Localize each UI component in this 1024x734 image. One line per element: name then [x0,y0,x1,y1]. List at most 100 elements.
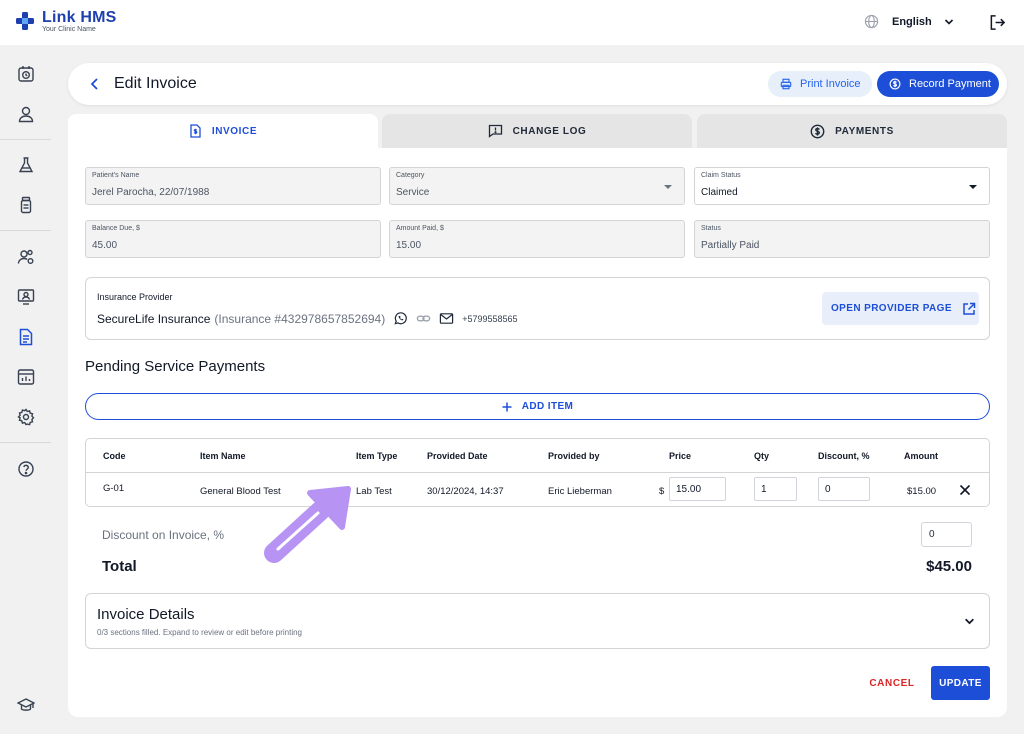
insurance-provider-info: SecureLife Insurance (Insurance #4329786… [97,311,518,326]
tab-invoice[interactable]: INVOICE [68,114,378,148]
column-item-type: Item Type [356,451,398,461]
claim-status-value: Claimed [701,187,738,198]
print-invoice-button[interactable]: Print Invoice [768,71,872,97]
help-circle-icon [18,461,34,477]
page-header: Edit Invoice Print Invoice Record Paymen… [68,63,1007,105]
column-price: Price [669,451,692,461]
close-icon[interactable] [959,484,971,496]
invoice-icon [19,328,33,346]
caret-down-icon [969,185,977,189]
balance-due-label: Balance Due, $ [92,225,140,232]
sidebar-item-staff[interactable] [16,247,36,267]
price-input[interactable]: 15.00 [669,477,726,501]
sidebar-item-pharmacy[interactable] [16,195,36,215]
whatsapp-icon[interactable] [393,311,408,326]
discount-input[interactable]: 0 [818,477,870,501]
insurance-name: SecureLife Insurance [97,311,211,326]
sidebar-item-appointments[interactable] [16,64,36,84]
main-area: Edit Invoice Print Invoice Record Paymen… [68,63,1007,717]
column-provided-by: Provided by [548,451,600,461]
invoice-discount-input[interactable]: 0 [921,522,972,547]
column-item-name: Item Name [200,451,246,461]
amount-paid-field[interactable]: Amount Paid, $ 15.00 [389,220,685,258]
graduation-cap-icon [17,698,35,711]
sidebar-divider [0,442,51,443]
patient-name-label: Patient's Name [92,172,140,179]
invoice-details-accordion[interactable]: Invoice Details 0/3 sections filled. Exp… [85,593,990,649]
insurance-phone[interactable]: +5799558565 [462,314,517,324]
invoice-dollar-icon [190,124,201,138]
total-label: Total [102,558,137,575]
tab-change-log-label: CHANGE LOG [512,125,587,137]
patient-name-value: Jerel Parocha, 22/07/1988 [92,187,210,198]
sidebar-divider [0,139,51,140]
record-payment-button[interactable]: Record Payment [877,71,999,97]
users-settings-icon [17,249,34,264]
insurance-id: (Insurance #432978657852694) [214,311,386,326]
add-item-label: ADD ITEM [521,401,574,412]
row-code: G-01 [103,483,125,494]
tab-payments-label: PAYMENTS [835,125,894,137]
amount-paid-label: Amount Paid, $ [396,225,444,232]
patient-name-field[interactable]: Patient's Name Jerel Parocha, 22/07/1988 [85,167,381,205]
mail-icon[interactable] [439,311,454,326]
service-items-table: Code Item Name Item Type Provided Date P… [85,438,990,507]
external-link-icon [963,302,976,315]
app-logo[interactable]: Link HMS Your Clinic Name [16,9,117,34]
printer-icon [780,78,792,90]
sidebar-item-help[interactable] [16,459,36,479]
annotation-arrow-icon [264,486,351,563]
row-currency: $ [659,486,665,497]
total-value: $45.00 [926,558,972,575]
category-label: Category [396,172,425,179]
sidebar-item-training[interactable] [16,695,36,715]
comment-alert-icon [488,124,502,138]
plus-icon [502,402,512,411]
claim-status-label: Claim Status [701,172,741,179]
sidebar-item-billing[interactable] [16,327,36,347]
dollar-circle-icon [810,124,825,138]
tab-change-log[interactable]: CHANGE LOG [382,114,692,148]
status-value: Partially Paid [701,240,760,251]
status-field[interactable]: Status Partially Paid [694,220,990,258]
globe-icon [864,14,879,29]
app-name: Link HMS [42,9,117,26]
tab-payments[interactable]: PAYMENTS [697,114,1007,148]
row-provided-by: Eric Lieberman [548,486,612,497]
open-provider-page-button[interactable]: OPEN PROVIDER PAGE [822,292,979,325]
column-code: Code [103,451,126,461]
top-bar: Link HMS Your Clinic Name English [0,0,1024,45]
dollar-circle-icon [889,78,901,90]
gear-icon [17,408,35,426]
qty-input[interactable]: 1 [754,477,797,501]
calendar-clock-icon [18,66,34,82]
sidebar-item-settings[interactable] [16,407,36,427]
page-title: Edit Invoice [114,75,197,92]
sidebar-divider [0,230,51,231]
back-arrow-icon[interactable] [88,76,102,92]
flask-icon [18,157,34,173]
record-payment-label: Record Payment [909,78,991,90]
add-item-button[interactable]: ADD ITEM [85,393,990,420]
status-label: Status [701,225,721,232]
sidebar-item-telemedicine[interactable] [16,287,36,307]
claim-status-select[interactable]: Claim Status Claimed [694,167,990,205]
tab-invoice-label: INVOICE [211,125,258,137]
row-amount: $15.00 [907,486,937,497]
update-button[interactable]: UPDATE [931,666,990,700]
chart-board-icon [17,369,35,385]
print-invoice-label: Print Invoice [800,78,861,90]
logout-icon[interactable] [989,14,1006,31]
link-icon[interactable] [416,311,431,326]
caret-down-icon [664,185,672,189]
balance-due-field[interactable]: Balance Due, $ 45.00 [85,220,381,258]
medicine-bottle-icon [20,196,32,214]
language-selector[interactable]: English [864,14,954,29]
sidebar-item-patients[interactable] [16,104,36,124]
column-qty: Qty [754,451,770,461]
cancel-button[interactable]: CANCEL [864,672,920,694]
sidebar-item-lab[interactable] [16,155,36,175]
category-select[interactable]: Category Service [389,167,685,205]
sidebar-item-reports[interactable] [16,367,36,387]
monitor-user-icon [17,289,35,305]
